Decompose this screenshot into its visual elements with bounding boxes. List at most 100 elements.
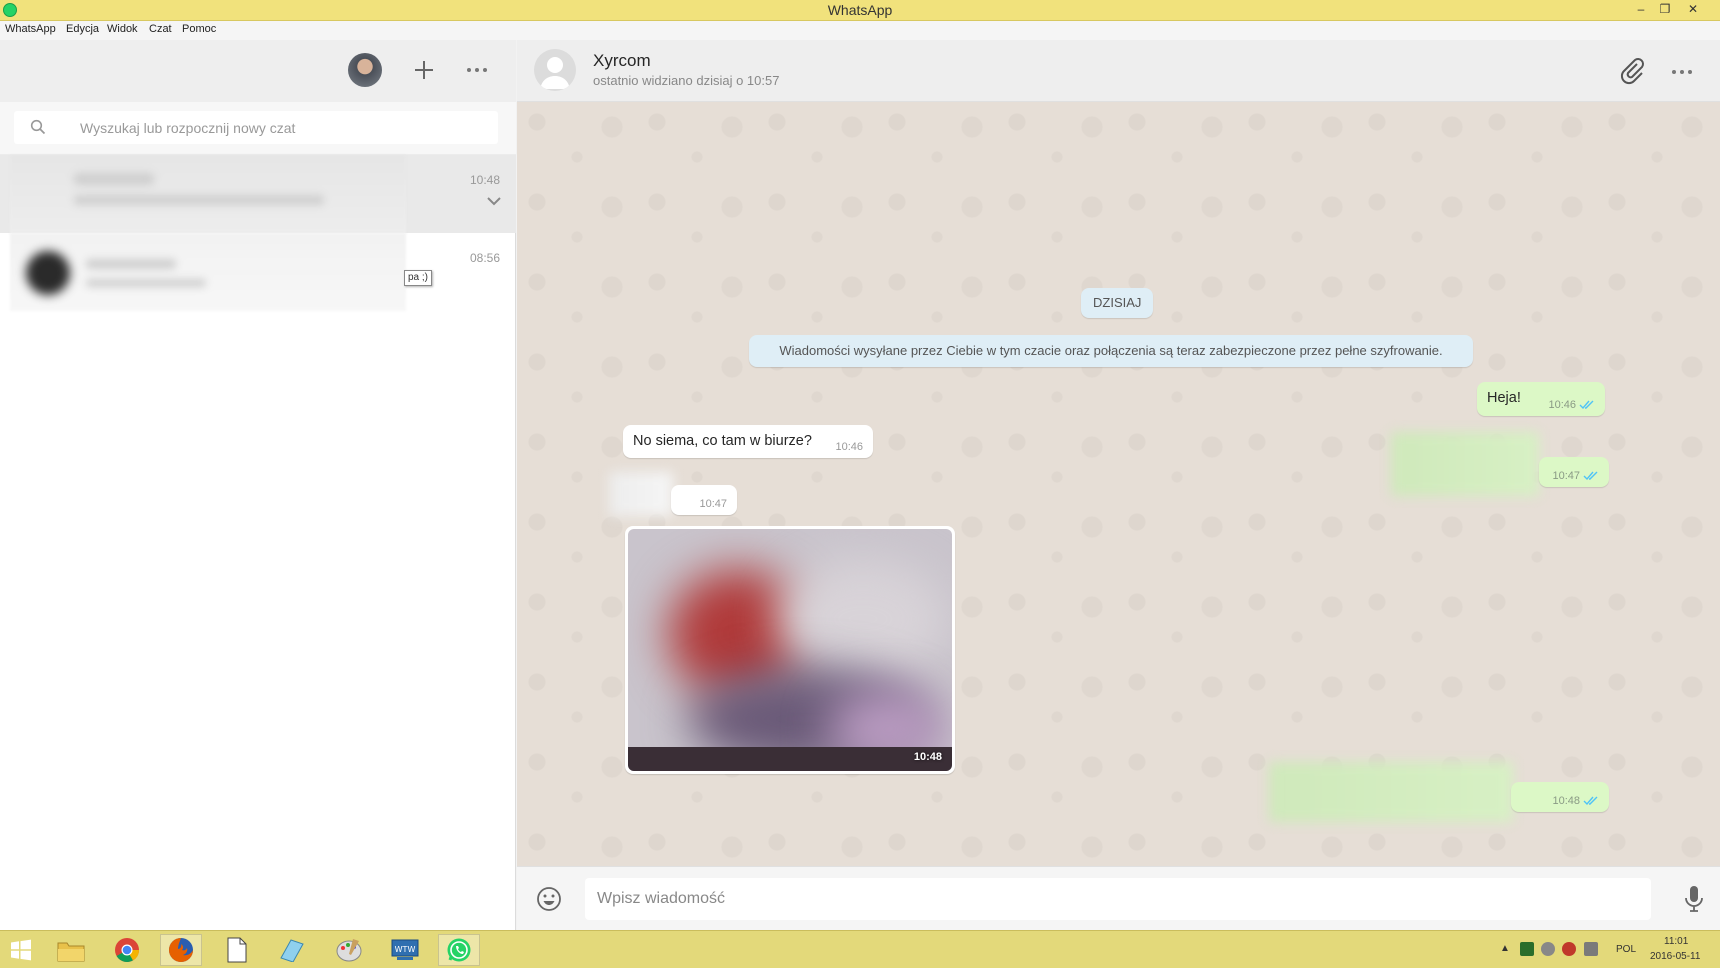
emoji-smile-icon (537, 887, 561, 911)
windows-logo-icon (11, 939, 31, 961)
contact-last-seen: ostatnio widziano dzisiaj o 10:57 (593, 73, 780, 88)
search-box[interactable] (14, 111, 498, 144)
message-meta: 10:46 (835, 441, 863, 453)
message-text: Heja! (1487, 390, 1521, 406)
conversation-header: Xyrcom ostatnio widziano dzisiaj o 10:57 (517, 40, 1720, 102)
chat-list-panel: 10:48 08:56 pa ;) (0, 40, 516, 930)
image-message[interactable]: 10:48 (625, 526, 955, 774)
redacted-message-content (1391, 432, 1539, 496)
outgoing-message[interactable]: Heja! 10:46 (1477, 382, 1605, 416)
message-input[interactable] (585, 878, 1651, 920)
whatsapp-icon (447, 938, 471, 962)
incoming-message[interactable]: 10:47 (671, 485, 737, 515)
more-horizontal-icon (467, 68, 487, 72)
menu-item-widok[interactable]: Widok (107, 23, 138, 35)
outgoing-message[interactable]: 10:48 (1511, 782, 1609, 812)
menu-item-edycja[interactable]: Edycja (66, 23, 99, 35)
tray-network-icon[interactable] (1541, 942, 1555, 956)
chat-list-item[interactable]: 08:56 (0, 233, 516, 311)
menu-item-pomoc[interactable]: Pomoc (182, 23, 216, 35)
tray-display-icon[interactable] (1584, 942, 1598, 956)
message-meta: 10:47 (1552, 470, 1599, 482)
taskbar-whatsapp[interactable] (438, 934, 480, 966)
wtw-app-icon: WTW (391, 939, 419, 960)
window-title: WhatsApp (827, 2, 893, 18)
taskbar-chrome[interactable] (106, 934, 148, 966)
chevron-down-icon[interactable] (486, 195, 502, 207)
plus-icon (415, 61, 433, 79)
message-time: 10:47 (1552, 470, 1580, 482)
microphone-icon (1685, 886, 1703, 912)
taskbar-wtw[interactable]: WTW (384, 934, 426, 966)
chat-time: 10:48 (469, 173, 500, 187)
contact-name[interactable]: Xyrcom (593, 51, 651, 71)
taskbar-paint[interactable] (328, 934, 370, 966)
menu-item-czat[interactable]: Czat (149, 23, 172, 35)
conversation-panel: Xyrcom ostatnio widziano dzisiaj o 10:57… (517, 40, 1720, 930)
redacted-chat-preview (10, 233, 406, 311)
emoji-button[interactable] (535, 885, 563, 913)
redacted-message-content (1269, 762, 1513, 822)
message-meta: 10:46 (1548, 399, 1595, 411)
paperclip-icon (1620, 58, 1644, 85)
contact-avatar[interactable] (534, 49, 576, 91)
minimize-button[interactable]: – (1628, 0, 1654, 20)
search-bar (0, 102, 516, 155)
redacted-photo: 10:48 (628, 529, 952, 771)
message-meta: 10:48 (1552, 795, 1599, 807)
message-time: 10:46 (1548, 399, 1576, 411)
document-icon (227, 937, 247, 963)
double-check-read-icon (1583, 471, 1598, 481)
taskbar-firefox[interactable] (160, 934, 202, 966)
voice-message-button[interactable] (1683, 884, 1705, 914)
tray-language[interactable]: POL (1616, 944, 1636, 955)
close-button[interactable]: ✕ (1680, 0, 1706, 20)
chrome-icon (115, 938, 139, 963)
my-avatar[interactable] (348, 53, 382, 87)
menu-item-whatsapp[interactable]: WhatsApp (5, 23, 56, 35)
chat-time: 08:56 (469, 251, 500, 265)
message-time: 10:47 (699, 498, 727, 510)
search-input[interactable] (80, 111, 480, 144)
tray-clock-date[interactable]: 2016-05-11 (1650, 951, 1700, 962)
default-avatar-icon (540, 57, 570, 89)
menu-bar: WhatsApp Edycja Widok Czat Pomoc (0, 21, 1720, 40)
attach-button[interactable] (1615, 54, 1649, 88)
tray-clock-time[interactable]: 11:01 (1664, 936, 1688, 947)
encryption-notice: Wiadomości wysyłane przez Ciebie w tym c… (749, 335, 1473, 367)
notepad-icon (280, 939, 304, 962)
taskbar-file-explorer[interactable] (50, 934, 92, 966)
restore-button[interactable]: ❐ (1652, 0, 1678, 20)
menu-button[interactable] (459, 52, 495, 88)
taskbar-document[interactable] (216, 934, 258, 966)
message-time: 10:48 (1552, 795, 1580, 807)
double-check-read-icon (1579, 400, 1594, 410)
tray-show-hidden-icon[interactable]: ▲ (1500, 943, 1510, 954)
title-bar: WhatsApp – ❐ ✕ (0, 0, 1720, 21)
new-chat-button[interactable] (406, 52, 442, 88)
taskbar-notepad[interactable] (270, 934, 312, 966)
search-icon (30, 119, 46, 135)
taskbar-start[interactable] (0, 934, 42, 966)
chat-list-header (0, 40, 516, 102)
chat-list-item[interactable]: 10:48 (0, 155, 516, 233)
redacted-message-content (609, 472, 673, 516)
redacted-chat-preview (10, 155, 406, 233)
paint-palette-icon (336, 939, 362, 962)
message-time: 10:48 (913, 751, 942, 763)
tray-volume-muted-icon[interactable] (1562, 942, 1576, 956)
message-composer (517, 866, 1720, 930)
tray-app-icon[interactable] (1520, 942, 1534, 956)
incoming-message[interactable]: No siema, co tam w biurze? 10:46 (623, 425, 873, 458)
conversation-menu-button[interactable] (1665, 54, 1699, 88)
date-divider: DZISIAJ (1081, 288, 1154, 318)
message-list[interactable]: DZISIAJ Wiadomości wysyłane przez Ciebie… (517, 102, 1720, 866)
taskbar: WTW ▲ POL 11:01 2016-05-11 (0, 930, 1720, 968)
outgoing-message[interactable]: 10:47 (1539, 457, 1609, 487)
tooltip-fragment: pa ;) (404, 270, 433, 286)
message-meta: 10:47 (699, 498, 727, 510)
message-time: 10:46 (835, 441, 863, 453)
double-check-read-icon (1583, 796, 1598, 806)
more-horizontal-icon (1672, 70, 1692, 74)
firefox-icon (169, 938, 193, 962)
